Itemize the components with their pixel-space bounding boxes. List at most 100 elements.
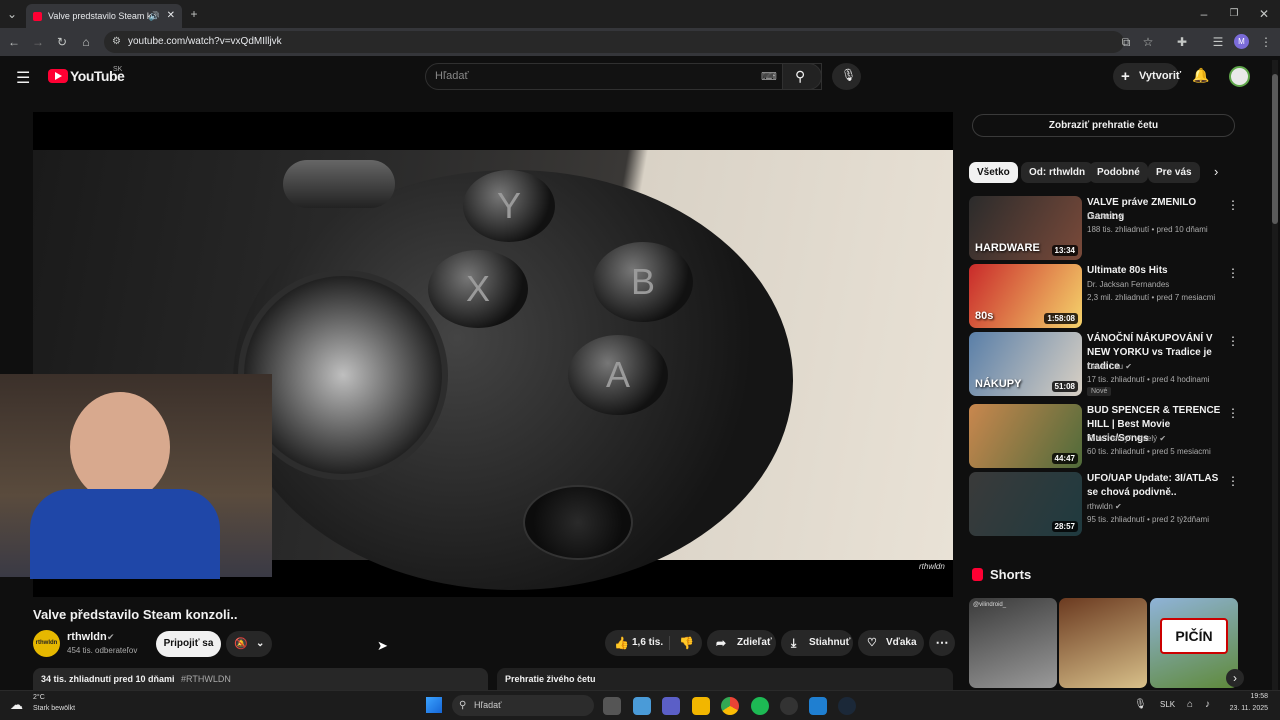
mic-tray-icon[interactable]: 🎙 <box>1134 699 1147 710</box>
edge-app-icon[interactable] <box>809 697 827 715</box>
clock-date[interactable]: 23. 11. 2025 <box>1218 705 1268 712</box>
reload-icon[interactable]: ↻ <box>54 34 70 50</box>
verified-check-icon: ✔ <box>1115 502 1122 511</box>
page-scrollbar[interactable] <box>1272 60 1278 690</box>
browser-tab[interactable]: Valve predstavilo Steam ko 🔊 ✕ <box>26 4 182 28</box>
notifications-bell-icon[interactable]: 🔔 <box>1192 67 1209 84</box>
video-thumbnail[interactable]: 80s 1:58:08 <box>969 264 1082 328</box>
join-button[interactable]: Pripojiť sa <box>156 631 221 657</box>
shorts-next-icon[interactable]: › <box>1226 669 1244 687</box>
channel-name[interactable]: rthwldn <box>67 631 107 643</box>
rec-title[interactable]: Ultimate 80s Hits <box>1087 264 1222 278</box>
youtube-logo-icon[interactable] <box>48 69 68 83</box>
recommended-video[interactable]: 80s 1:58:08 Ultimate 80s Hits Dr. Jacksan F… <box>969 264 1239 328</box>
profile-avatar-icon[interactable]: M <box>1234 34 1249 49</box>
recommended-video[interactable]: HARDWARE 13:34 VALVE práve ZMENILO Gaming D… <box>969 196 1239 260</box>
window-close-icon[interactable]: ✕ <box>1256 6 1272 22</box>
volume-icon[interactable]: ♪ <box>1205 699 1210 710</box>
new-tab-icon[interactable]: + <box>186 6 202 22</box>
search-placeholder: Hľadať <box>435 70 469 82</box>
more-options-icon[interactable]: ⋮ <box>1227 334 1239 348</box>
extensions-icon[interactable]: ✚ <box>1174 34 1190 50</box>
rec-channel[interactable]: Dr. Jacksan Fernandes <box>1087 279 1227 291</box>
recommended-video[interactable]: 28:57 UFO/UAP Update: 3I/ATLAS se chová p… <box>969 472 1239 536</box>
create-button[interactable]: + Vytvoriť <box>1113 63 1181 90</box>
more-options-icon[interactable]: ⋮ <box>1227 198 1239 212</box>
recommended-video[interactable]: NÁKUPY 51:08 VÁNOČNÍ NÁKUPOVÁNÍ V NEW YORK… <box>969 332 1239 396</box>
short-thumbnail[interactable]: @vilindroid_ <box>969 598 1057 688</box>
weather-cloud-icon[interactable]: ☁ <box>10 697 23 713</box>
back-icon[interactable]: ← <box>6 34 22 50</box>
dislike-icon[interactable]: 👎 <box>679 630 694 656</box>
video-thumbnail[interactable]: NÁKUPY 51:08 <box>969 332 1082 396</box>
search-button[interactable]: ⚲ <box>782 63 822 90</box>
tab-close-icon[interactable]: ✕ <box>167 4 175 28</box>
keyboard-icon[interactable]: ⌨ <box>761 70 777 83</box>
reading-list-icon[interactable]: ☰ <box>1210 34 1226 50</box>
maximize-icon[interactable]: ❐ <box>1226 6 1242 22</box>
chips-next-chevron-icon[interactable]: › <box>1214 164 1218 179</box>
more-options-icon[interactable]: ⋮ <box>1227 266 1239 280</box>
thanks-button[interactable]: ♡ Vďaka <box>858 630 924 656</box>
language-indicator[interactable]: SLK <box>1160 700 1175 709</box>
home-icon[interactable]: ⌂ <box>78 34 94 50</box>
browser-menu-icon[interactable]: ⋮ <box>1258 34 1274 50</box>
chip-for-you[interactable]: Pre vás <box>1148 162 1200 183</box>
minimize-icon[interactable]: – <box>1196 6 1212 22</box>
chip-similar[interactable]: Podobné <box>1089 162 1148 183</box>
more-actions-button[interactable]: ⋯ <box>929 630 955 656</box>
task-view-icon[interactable] <box>603 697 621 715</box>
video-thumbnail[interactable]: 28:57 <box>969 472 1082 536</box>
short-thumbnail[interactable] <box>1059 598 1147 688</box>
like-count[interactable]: 1,6 tis. <box>632 630 663 656</box>
b-button-shape: B <box>593 242 693 322</box>
menu-button-shape <box>283 160 395 208</box>
tab-list-chevron-icon[interactable]: ⌄ <box>4 6 20 22</box>
rec-channel[interactable]: Duklock ✔ <box>1087 211 1227 223</box>
steam-app-icon[interactable] <box>838 697 856 715</box>
hashtag[interactable]: #RTHWLDN <box>181 674 231 684</box>
more-options-icon[interactable]: ⋮ <box>1227 406 1239 420</box>
recommended-video[interactable]: 44:47 BUD SPENCER & TERENCE HILL | Best M… <box>969 404 1239 468</box>
tab-audio-icon[interactable]: 🔊 <box>149 4 160 28</box>
description-box[interactable]: 34 tis. zhliadnutí pred 10 dňami #RTHWLD… <box>33 668 488 690</box>
install-app-icon[interactable]: ⧉ <box>1118 34 1134 50</box>
video-thumbnail[interactable]: 44:47 <box>969 404 1082 468</box>
chip-all[interactable]: Všetko <box>969 162 1018 183</box>
share-button[interactable]: ➦ Zdieľať <box>707 630 776 656</box>
short-thumbnail[interactable]: PIČÍN <box>1150 598 1238 688</box>
menu-hamburger-icon[interactable]: ☰ <box>16 68 30 88</box>
channel-avatar[interactable]: rthwldn <box>33 630 60 657</box>
windows-start-icon[interactable] <box>426 697 442 713</box>
clock-time[interactable]: 19:58 <box>1222 693 1268 700</box>
bookmark-star-icon[interactable]: ☆ <box>1140 34 1156 50</box>
scrollbar-thumb[interactable] <box>1272 74 1278 224</box>
rec-channel[interactable]: Tom "Henry" Veselý ✔ <box>1087 433 1227 445</box>
live-chat-replay-panel[interactable]: Prehratie živého četu <box>497 668 953 690</box>
site-info-icon[interactable]: ⚙ <box>112 31 121 53</box>
teams-app-icon[interactable] <box>662 697 680 715</box>
rec-channel[interactable]: rthwldn ✔ <box>1087 501 1227 513</box>
chip-from-channel[interactable]: Od: rthwldn <box>1021 162 1094 183</box>
like-icon[interactable]: 👍 <box>614 630 629 656</box>
rec-channel[interactable]: David Luu ✔ <box>1087 361 1227 373</box>
file-explorer-icon[interactable] <box>692 697 710 715</box>
notification-settings-button[interactable]: 🔕 ⌄ <box>226 631 272 657</box>
download-button[interactable]: ⤓ Stiahnuť <box>781 630 853 656</box>
taskbar-search[interactable]: ⚲ Hľadať <box>452 695 594 716</box>
obs-app-icon[interactable] <box>780 697 798 715</box>
chrome-app-icon[interactable] <box>721 697 739 715</box>
network-icon[interactable]: ⌂ <box>1187 699 1193 710</box>
account-avatar[interactable] <box>1229 66 1250 87</box>
show-chat-replay-button[interactable]: Zobraziť prehratie četu <box>972 114 1235 137</box>
mic-icon: 🎙 <box>841 68 857 82</box>
video-thumbnail[interactable]: HARDWARE 13:34 <box>969 196 1082 260</box>
voice-search-button[interactable]: 🎙 <box>832 63 861 90</box>
forward-icon[interactable]: → <box>30 34 46 50</box>
rec-title[interactable]: UFO/UAP Update: 3I/ATLAS se chová podivn… <box>1087 472 1222 500</box>
widgets-app-icon[interactable] <box>633 697 651 715</box>
url-bar[interactable]: ⚙ youtube.com/watch?v=vxQdMIlljvk <box>104 31 1124 53</box>
more-options-icon[interactable]: ⋮ <box>1227 474 1239 488</box>
spotify-app-icon[interactable] <box>751 697 769 715</box>
verified-check-icon: ✔ <box>1159 434 1167 443</box>
